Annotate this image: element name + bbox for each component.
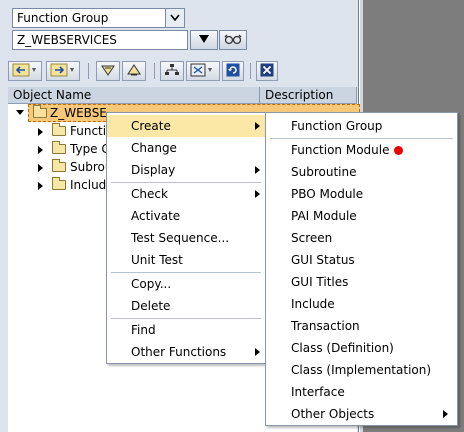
folder-icon (52, 123, 66, 136)
toolbar-separator (154, 63, 155, 79)
dropdown-icon[interactable] (165, 9, 184, 27)
tree-root-label: Z_WEBSE (50, 106, 107, 120)
expand-icon[interactable] (38, 128, 43, 136)
submenu-arrow-icon (255, 122, 260, 130)
menu-item-check[interactable]: Check (107, 183, 265, 205)
column-description[interactable]: Description (260, 87, 357, 104)
submenu-item-transaction[interactable]: Transaction (266, 315, 457, 337)
submenu-item-gui-titles[interactable]: GUI Titles (266, 271, 457, 293)
object-type-select[interactable]: Function Group (12, 8, 185, 28)
submenu-item-other-objects[interactable]: Other Objects (266, 403, 457, 425)
submenu-item-interface[interactable]: Interface (266, 381, 457, 403)
submenu-arrow-icon (255, 166, 260, 174)
tree-column-header: Object Name Description (8, 87, 357, 104)
toolbar-separator (250, 63, 251, 79)
submenu-item-function-module[interactable]: Function Module (266, 139, 457, 161)
menu-item-delete[interactable]: Delete (107, 295, 265, 317)
execute-button[interactable] (190, 30, 218, 50)
execute-icon (198, 33, 210, 47)
submenu-item-screen[interactable]: Screen (266, 227, 457, 249)
forward-button[interactable] (46, 61, 80, 81)
context-menu: Create Change Display Check Activate Tes… (106, 112, 266, 364)
folder-open-icon (33, 105, 47, 118)
navigator-toolbar (8, 61, 358, 83)
menu-item-test-sequence[interactable]: Test Sequence... (107, 227, 265, 249)
submenu-arrow-icon (255, 190, 260, 198)
submenu-arrow-icon (255, 348, 260, 356)
tree-expand-icon (126, 63, 142, 80)
back-button[interactable] (8, 61, 42, 81)
close-icon (260, 63, 274, 80)
expand-icon[interactable] (38, 182, 43, 190)
folder-icon (52, 141, 66, 154)
submenu-item-gui-status[interactable]: GUI Status (266, 249, 457, 271)
display-object-button[interactable] (186, 61, 220, 81)
red-dot-marker-icon (393, 146, 403, 155)
hierarchy-icon (164, 63, 180, 80)
back-icon (12, 63, 38, 80)
tree-up-icon (100, 63, 116, 80)
submenu-item-subroutine[interactable]: Subroutine (266, 161, 457, 183)
menu-item-copy[interactable]: Copy... (107, 273, 265, 295)
submenu-arrow-icon (443, 410, 448, 418)
column-object-name[interactable]: Object Name (8, 87, 260, 104)
submenu-item-include[interactable]: Include (266, 293, 457, 315)
menu-item-change[interactable]: Change (107, 137, 265, 159)
tree-node[interactable]: Functio (8, 122, 118, 140)
submenu-item-function-group[interactable]: Function Group (266, 115, 457, 137)
tree-node[interactable]: Subrou (8, 158, 118, 176)
forward-icon (50, 63, 76, 80)
hierarchy-button[interactable] (160, 61, 184, 81)
menu-item-find[interactable]: Find (107, 319, 265, 341)
submenu-item-class-implementation[interactable]: Class (Implementation) (266, 359, 457, 381)
tree-node[interactable]: Type G (8, 140, 118, 158)
object-type-value: Function Group (17, 11, 109, 25)
tree-expand-button[interactable] (122, 61, 146, 81)
refresh-button[interactable] (222, 61, 244, 81)
tree-collapse-button[interactable] (96, 61, 120, 81)
close-button[interactable] (256, 61, 278, 81)
menu-item-activate[interactable]: Activate (107, 205, 265, 227)
glasses-icon (224, 33, 242, 48)
tree-node[interactable]: Include (8, 176, 118, 194)
menu-item-create[interactable]: Create (107, 115, 265, 137)
toolbar-separator (88, 63, 89, 79)
folder-icon (52, 177, 66, 190)
folder-icon (52, 159, 66, 172)
collapse-icon[interactable] (16, 110, 24, 115)
refresh-icon (226, 63, 240, 80)
object-name-input[interactable]: Z_WEBSERVICES (12, 30, 188, 50)
display-icon (190, 63, 216, 80)
submenu-item-pai-module[interactable]: PAI Module (266, 205, 457, 227)
expand-icon[interactable] (38, 146, 43, 154)
object-name-value: Z_WEBSERVICES (17, 33, 117, 47)
tree-root-node[interactable]: Z_WEBSE (8, 104, 118, 122)
menu-item-unit-test[interactable]: Unit Test (107, 249, 265, 271)
menu-item-other-functions[interactable]: Other Functions (107, 341, 265, 363)
expand-icon[interactable] (38, 164, 43, 172)
submenu-item-pbo-module[interactable]: PBO Module (266, 183, 457, 205)
submenu-item-class-definition[interactable]: Class (Definition) (266, 337, 457, 359)
create-submenu: Function Group Function Module Subroutin… (265, 112, 458, 426)
tree-node-label: Type G (70, 142, 111, 156)
menu-item-display[interactable]: Display (107, 159, 265, 181)
display-glasses-button[interactable] (219, 30, 247, 50)
